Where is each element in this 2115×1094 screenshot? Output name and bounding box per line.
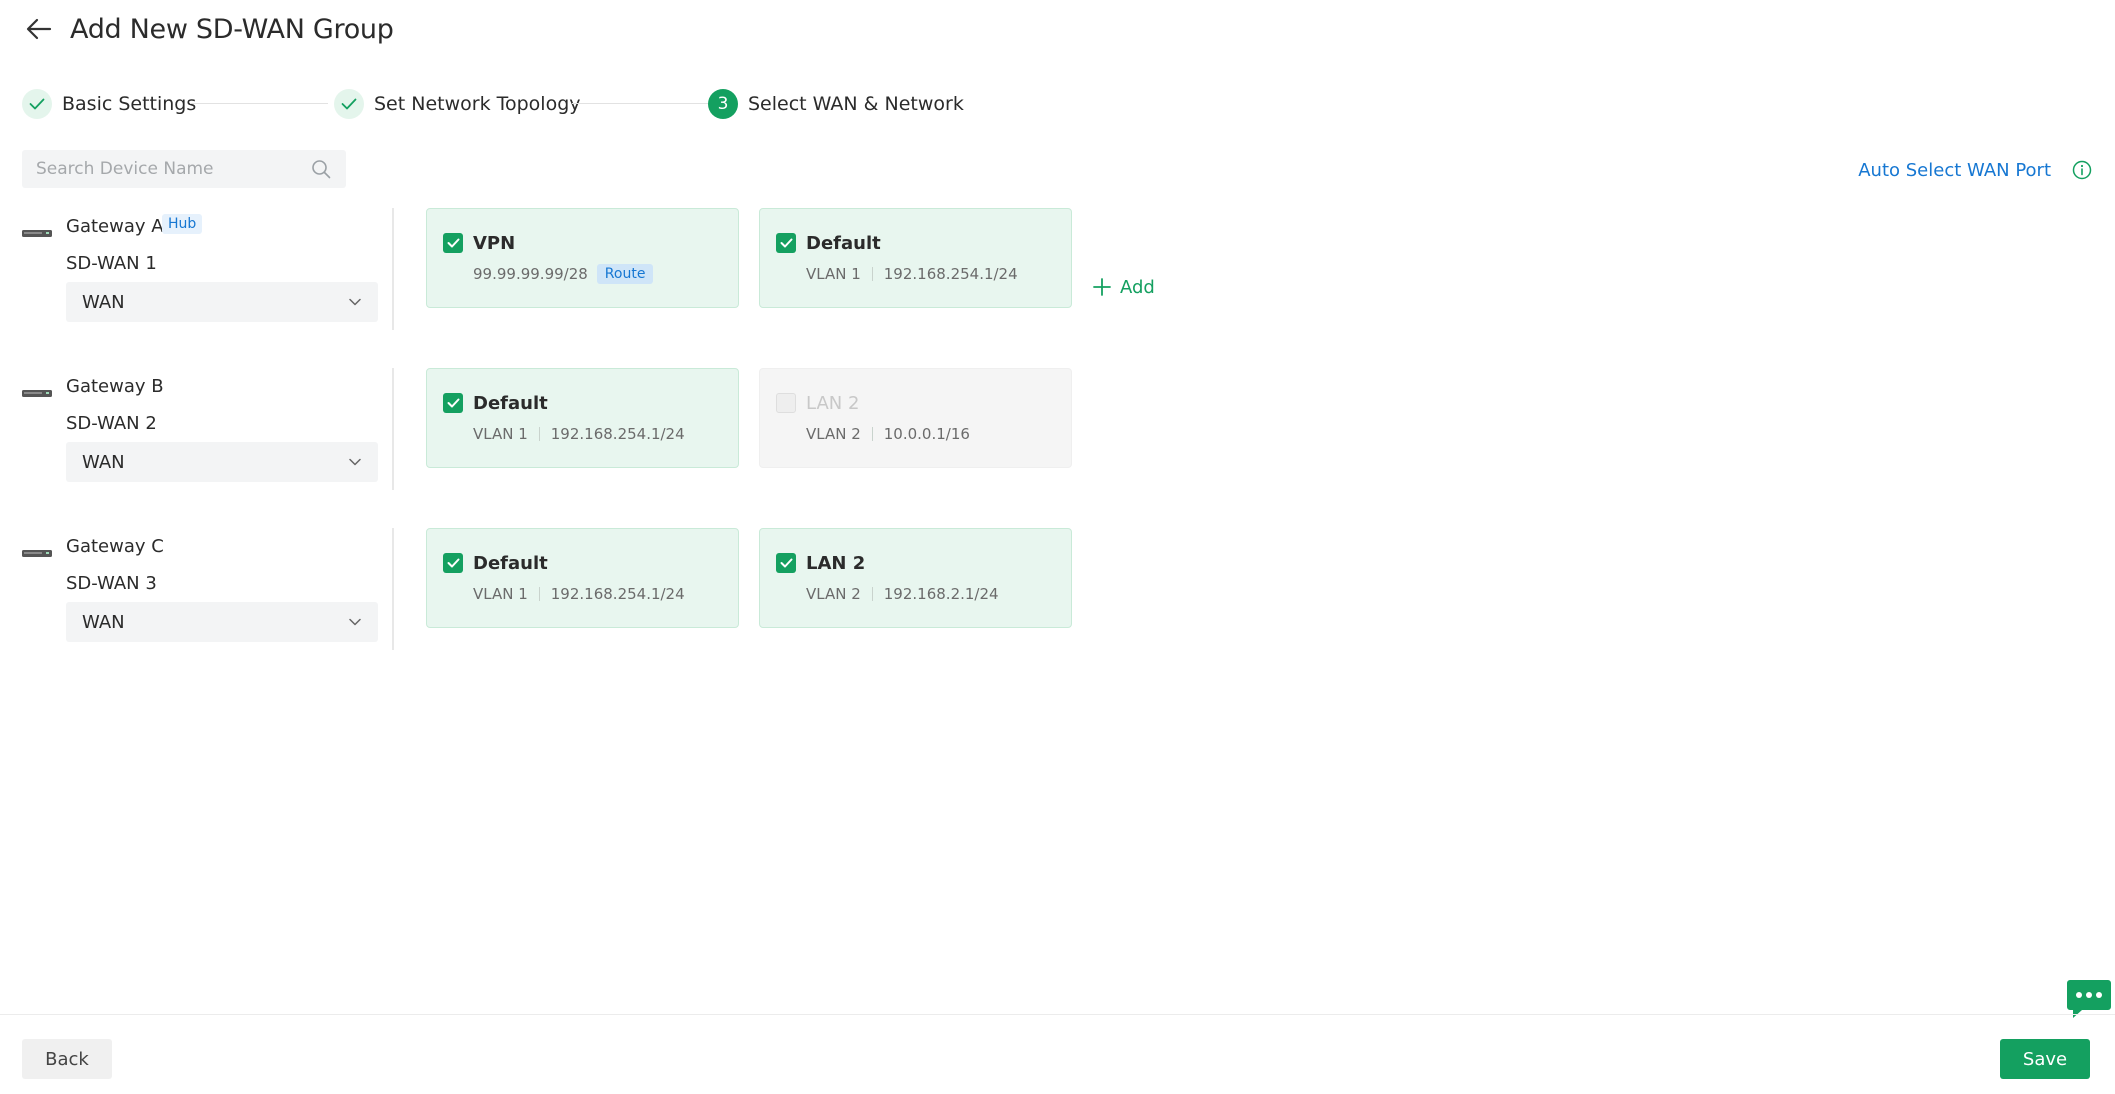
row-divider	[392, 368, 394, 490]
row-divider	[392, 528, 394, 650]
step-label: Set Network Topology	[374, 93, 581, 115]
network-vlan: VLAN 2	[806, 585, 861, 603]
separator	[871, 587, 873, 601]
wan-port-select[interactable]: WAN	[66, 442, 378, 482]
network-card-default[interactable]: Default VLAN 1 192.168.254.1/24	[426, 528, 739, 628]
network-title: Default	[473, 393, 548, 414]
row-divider	[392, 208, 394, 330]
wan-port-value: WAN	[82, 611, 125, 633]
network-vlan: VLAN 1	[473, 425, 528, 443]
add-network-button[interactable]: Add	[1092, 274, 1155, 300]
checkbox-checked[interactable]	[443, 553, 463, 573]
gateway-name: Gateway C	[66, 536, 164, 557]
gateway-device-icon	[22, 384, 52, 397]
network-subnet: 10.0.0.1/16	[883, 425, 970, 443]
chevron-down-icon	[348, 455, 362, 469]
sdwan-name: SD-WAN 1	[66, 253, 157, 274]
gateway-row: Gateway C SD-WAN 3 WAN Default VLAN 1 19…	[22, 528, 1222, 652]
add-label: Add	[1120, 276, 1155, 298]
chevron-down-icon	[348, 615, 362, 629]
network-card-lan2[interactable]: LAN 2 VLAN 2 192.168.2.1/24	[759, 528, 1072, 628]
wan-port-value: WAN	[82, 451, 125, 473]
network-title: LAN 2	[806, 393, 860, 414]
network-card-vpn[interactable]: VPN 99.99.99.99/28 Route	[426, 208, 739, 308]
search-icon[interactable]	[310, 158, 332, 180]
network-vlan: VLAN 1	[473, 585, 528, 603]
step-connector	[190, 103, 328, 104]
network-details: VLAN 2 10.0.0.1/16	[806, 423, 970, 445]
network-details: VLAN 1 192.168.254.1/24	[473, 583, 685, 605]
separator	[871, 267, 873, 281]
plus-icon	[1093, 278, 1111, 296]
checkbox-disabled	[776, 393, 796, 413]
sdwan-name: SD-WAN 2	[66, 413, 157, 434]
gateway-row: Gateway A Hub SD-WAN 1 WAN VPN 99.99.99.…	[22, 208, 1222, 332]
separator	[871, 427, 873, 441]
separator	[538, 427, 540, 441]
gateway-device-icon	[22, 544, 52, 557]
search-box	[22, 150, 346, 188]
sdwan-name: SD-WAN 3	[66, 573, 157, 594]
chevron-down-icon	[348, 295, 362, 309]
back-arrow-icon[interactable]	[22, 12, 56, 46]
wan-port-select[interactable]: WAN	[66, 602, 378, 642]
separator	[538, 587, 540, 601]
step-connector	[572, 103, 710, 104]
network-title: VPN	[473, 233, 516, 254]
save-button[interactable]: Save	[2000, 1039, 2090, 1079]
network-details: VLAN 1 192.168.254.1/24	[473, 423, 685, 445]
step-number: 3	[708, 89, 738, 119]
network-details: VLAN 1 192.168.254.1/24	[806, 263, 1018, 285]
checkbox-checked[interactable]	[776, 553, 796, 573]
gateway-row: Gateway B SD-WAN 2 WAN Default VLAN 1 19…	[22, 368, 1222, 492]
network-subnet: 99.99.99.99/28	[473, 265, 588, 283]
checkbox-checked[interactable]	[776, 233, 796, 253]
step-label: Select WAN & Network	[748, 93, 964, 115]
step-label: Basic Settings	[62, 93, 197, 115]
checkbox-checked[interactable]	[443, 393, 463, 413]
step-select-wan: 3 Select WAN & Network	[708, 88, 964, 120]
stepper: Basic Settings Set Network Topology 3 Se…	[22, 88, 964, 120]
network-vlan: VLAN 1	[806, 265, 861, 283]
page-title: Add New SD-WAN Group	[70, 13, 394, 45]
step-network-topology: Set Network Topology	[334, 88, 581, 120]
page-header: Add New SD-WAN Group	[22, 8, 394, 50]
checkbox-checked[interactable]	[443, 233, 463, 253]
network-subnet: 192.168.2.1/24	[883, 585, 999, 603]
network-subnet: 192.168.254.1/24	[883, 265, 1018, 283]
step-check-icon	[22, 89, 52, 119]
network-card-default[interactable]: Default VLAN 1 192.168.254.1/24	[426, 368, 739, 468]
step-basic-settings: Basic Settings	[22, 88, 196, 120]
gateway-device-icon	[22, 224, 52, 237]
network-subnet: 192.168.254.1/24	[550, 585, 685, 603]
auto-select-area: Auto Select WAN Port	[1858, 155, 2093, 185]
network-details: VLAN 2 192.168.2.1/24	[806, 583, 999, 605]
route-badge: Route	[596, 264, 654, 284]
info-icon[interactable]	[2071, 159, 2093, 181]
auto-select-wan-port-link[interactable]: Auto Select WAN Port	[1858, 160, 2051, 181]
hub-badge: Hub	[162, 214, 203, 234]
step-check-icon	[334, 89, 364, 119]
network-details: 99.99.99.99/28 Route	[473, 263, 654, 285]
search-input[interactable]	[36, 159, 310, 179]
network-card-lan2-disabled: LAN 2 VLAN 2 10.0.0.1/16	[759, 368, 1072, 468]
back-button[interactable]: Back	[22, 1039, 112, 1079]
footer-bar: Back Save	[0, 1014, 2115, 1094]
network-title: Default	[473, 553, 548, 574]
network-title: LAN 2	[806, 553, 866, 574]
network-subnet: 192.168.254.1/24	[550, 425, 685, 443]
gateway-name: Gateway B	[66, 376, 164, 397]
gateway-name: Gateway A	[66, 216, 164, 237]
network-vlan: VLAN 2	[806, 425, 861, 443]
wan-port-value: WAN	[82, 291, 125, 313]
network-card-default[interactable]: Default VLAN 1 192.168.254.1/24	[759, 208, 1072, 308]
network-title: Default	[806, 233, 881, 254]
wan-port-select[interactable]: WAN	[66, 282, 378, 322]
